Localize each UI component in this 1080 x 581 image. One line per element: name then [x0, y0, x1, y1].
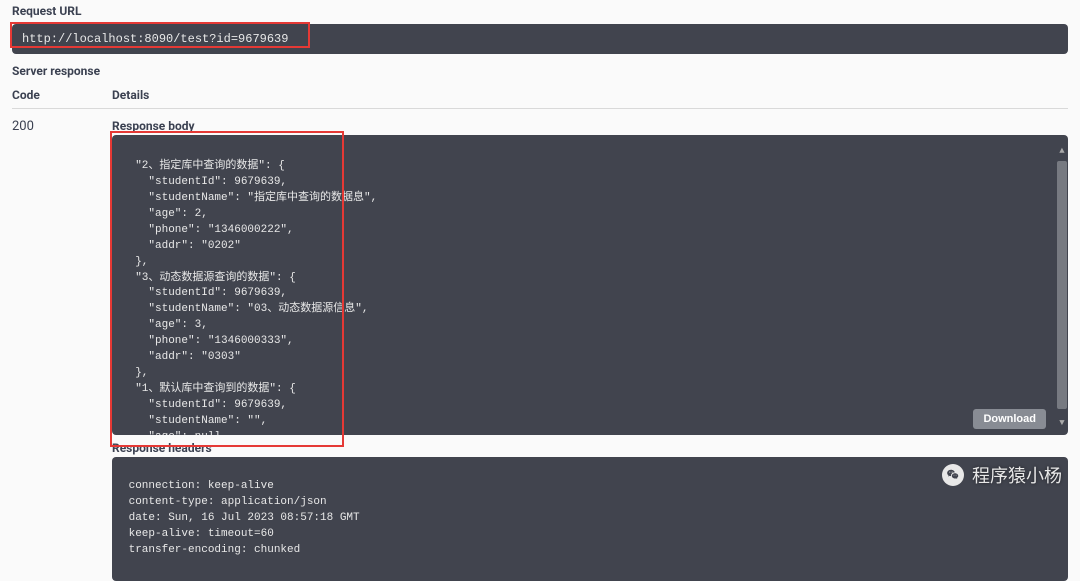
response-body-text: "2、指定库中查询的数据": { "studentId": 9679639, "…: [122, 160, 377, 435]
response-data-row: 200 Response body "2、指定库中查询的数据": { "stud…: [12, 119, 1068, 581]
request-url-label: Request URL: [12, 4, 1068, 18]
column-header-code: Code: [12, 88, 112, 102]
scrollbar-track[interactable]: [1057, 161, 1067, 409]
response-header-row: Code Details: [12, 88, 1068, 109]
server-response-label: Server response: [12, 64, 1068, 78]
response-table: Code Details 200 Response body "2、指定库中查询…: [12, 88, 1068, 581]
scroll-down-icon[interactable]: ▼: [1058, 417, 1066, 425]
details-column: Response body "2、指定库中查询的数据": { "studentI…: [112, 119, 1068, 581]
column-header-details: Details: [112, 88, 1068, 102]
request-url-value: http://localhost:8090/test?id=9679639: [22, 32, 288, 46]
response-body-wrapper: "2、指定库中查询的数据": { "studentId": 9679639, "…: [112, 135, 1068, 435]
response-body-label: Response body: [112, 119, 1068, 133]
response-headers-label: Response headers: [112, 441, 1068, 455]
response-body-code[interactable]: "2、指定库中查询的数据": { "studentId": 9679639, "…: [112, 135, 1068, 435]
response-headers-text: connection: keep-alive content-type: app…: [122, 480, 366, 556]
scrollbar[interactable]: ▲ ▼: [1056, 141, 1068, 429]
scroll-up-icon[interactable]: ▲: [1058, 145, 1066, 153]
status-code: 200: [12, 119, 112, 581]
download-button[interactable]: Download: [973, 409, 1046, 429]
response-headers-code[interactable]: connection: keep-alive content-type: app…: [112, 457, 1068, 581]
request-url-box[interactable]: http://localhost:8090/test?id=9679639: [12, 24, 1068, 54]
